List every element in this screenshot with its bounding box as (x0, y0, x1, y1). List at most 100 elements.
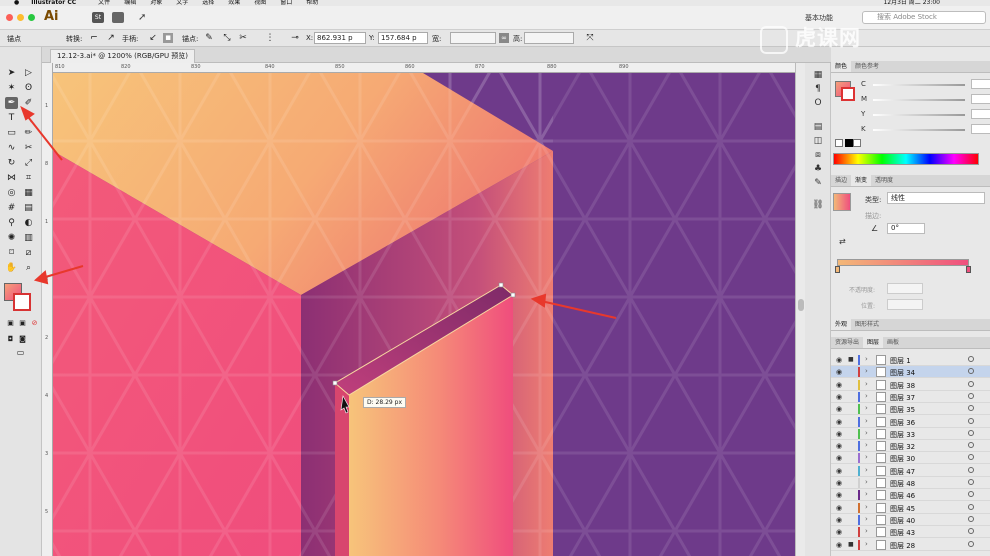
expand-arrow-icon[interactable]: › (865, 515, 868, 523)
color-stroke-swatch[interactable] (841, 87, 855, 101)
layer-row[interactable]: ◉ › 图层 45 (831, 502, 990, 514)
visibility-eye-icon[interactable]: ◉ (836, 442, 842, 450)
layer-target-icon[interactable] (968, 528, 974, 535)
expand-arrow-icon[interactable]: › (865, 540, 868, 548)
layer-row[interactable]: ◉ ■ › 图层 28 (831, 539, 990, 551)
visibility-eye-icon[interactable]: ◉ (836, 393, 842, 401)
expand-arrow-icon[interactable]: › (865, 404, 868, 412)
visibility-eye-icon[interactable]: ◉ (836, 467, 842, 475)
layer-row[interactable]: ◉ › 图层 34 (831, 366, 990, 379)
expand-arrow-icon[interactable]: › (865, 367, 868, 375)
layer-target-icon[interactable] (968, 466, 974, 473)
black-color-chip[interactable] (845, 139, 853, 147)
tab-appearance[interactable]: 外观 (831, 319, 852, 330)
layer-target-icon[interactable] (968, 491, 974, 498)
visibility-eye-icon[interactable]: ◉ (836, 368, 842, 376)
cyan-field[interactable] (971, 79, 990, 89)
cmyk-m-row[interactable]: M% (861, 94, 990, 105)
tab-graphic-styles[interactable]: 图形样式 (851, 319, 883, 330)
lock-icon[interactable]: ■ (848, 541, 854, 548)
layer-target-icon[interactable] (968, 417, 974, 424)
tab-stroke[interactable]: 描边 (831, 175, 851, 186)
visibility-eye-icon[interactable]: ◉ (836, 479, 842, 487)
gradient-angle-field[interactable]: 0° (887, 223, 925, 234)
layer-row[interactable]: ◉ › 图层 43 (831, 526, 990, 539)
cyan-slider[interactable] (873, 84, 965, 86)
layer-target-icon[interactable] (968, 356, 974, 362)
lock-icon[interactable]: ■ (848, 356, 854, 363)
expand-arrow-icon[interactable]: › (865, 527, 868, 535)
cmyk-k-row[interactable]: K% (861, 124, 990, 135)
yellow-slider[interactable] (873, 114, 965, 116)
layer-target-icon[interactable] (968, 454, 974, 461)
cmyk-y-row[interactable]: Y% (861, 109, 990, 120)
layer-row[interactable]: ◉ › 图层 36 (831, 416, 990, 428)
layer-row[interactable]: ◉ › 图层 47 (831, 465, 990, 477)
magenta-slider[interactable] (873, 99, 965, 101)
magenta-field[interactable] (971, 94, 990, 104)
visibility-eye-icon[interactable]: ◉ (836, 418, 842, 426)
expand-arrow-icon[interactable]: › (865, 490, 868, 498)
layer-row[interactable]: ◉ › 图层 48 (831, 477, 990, 489)
layer-row[interactable]: ◉ › 图层 30 (831, 452, 990, 465)
white-color-chip[interactable] (853, 139, 861, 147)
scrollbar-thumb[interactable] (798, 299, 804, 311)
tab-layers[interactable]: 图层 (863, 337, 884, 348)
black-field[interactable] (971, 124, 990, 134)
none-color-icon[interactable] (835, 139, 843, 147)
reverse-gradient-icon[interactable]: ⇄ (839, 237, 846, 246)
layer-target-icon[interactable] (968, 405, 974, 412)
expand-arrow-icon[interactable]: › (865, 380, 868, 388)
gradient-stop-right[interactable] (966, 266, 971, 273)
tab-color[interactable]: 颜色 (831, 61, 852, 72)
layer-target-icon[interactable] (968, 368, 974, 375)
opentype-panel-icon[interactable]: O (812, 97, 824, 109)
gradient-slider[interactable] (837, 259, 969, 266)
gradient-preview-swatch[interactable] (833, 193, 851, 211)
align-panel-icon[interactable]: ▤ (812, 121, 824, 133)
layer-target-icon[interactable] (968, 392, 974, 399)
vertical-scrollbar[interactable] (795, 63, 805, 556)
paragraph-panel-icon[interactable]: ¶ (812, 83, 824, 95)
layer-row[interactable]: ◉ ■ › 图层 1 (831, 354, 990, 366)
cmyk-c-row[interactable]: C% (861, 79, 990, 90)
layer-target-icon[interactable] (968, 442, 974, 449)
symbols-panel-icon[interactable]: ♣ (812, 163, 824, 175)
gradient-type-select[interactable]: 线性 (887, 192, 985, 204)
expand-arrow-icon[interactable]: › (865, 441, 868, 449)
black-slider[interactable] (873, 129, 965, 131)
expand-arrow-icon[interactable]: › (865, 466, 868, 474)
color-spectrum-bar[interactable] (833, 153, 979, 165)
expand-arrow-icon[interactable]: › (865, 417, 868, 425)
expand-arrow-icon[interactable]: › (865, 429, 868, 437)
layer-target-icon[interactable] (968, 540, 974, 547)
visibility-eye-icon[interactable]: ◉ (836, 516, 842, 524)
opacity-field[interactable] (887, 283, 923, 294)
visibility-eye-icon[interactable]: ◉ (836, 381, 842, 389)
visibility-eye-icon[interactable]: ◉ (836, 356, 842, 364)
layer-target-icon[interactable] (968, 429, 974, 436)
layer-row[interactable]: ◉ › 图层 33 (831, 428, 990, 440)
tab-artboards[interactable]: 画板 (883, 337, 903, 348)
links-panel-icon[interactable]: ⛓ (812, 199, 824, 211)
layer-row[interactable]: ◉ › 图层 37 (831, 391, 990, 403)
location-field[interactable] (887, 299, 923, 310)
tab-asset-export[interactable]: 资源导出 (831, 337, 863, 348)
layer-target-icon[interactable] (968, 503, 974, 510)
layer-row[interactable]: ◉ › 图层 38 (831, 379, 990, 391)
visibility-eye-icon[interactable]: ◉ (836, 405, 842, 413)
visibility-eye-icon[interactable]: ◉ (836, 528, 842, 536)
expand-arrow-icon[interactable]: › (865, 503, 868, 511)
properties-panel-icon[interactable]: ▦ (812, 69, 824, 81)
layer-row[interactable]: ◉ › 图层 32 (831, 440, 990, 453)
layer-row[interactable]: ◉ › 图层 35 (831, 403, 990, 416)
yellow-field[interactable] (971, 109, 990, 119)
tab-color-guide[interactable]: 颜色参考 (851, 61, 883, 72)
layer-target-icon[interactable] (968, 479, 974, 485)
expand-arrow-icon[interactable]: › (865, 355, 868, 363)
visibility-eye-icon[interactable]: ◉ (836, 504, 842, 512)
tab-gradient[interactable]: 渐变 (851, 175, 872, 186)
layer-target-icon[interactable] (968, 515, 974, 522)
pathfinder-panel-icon[interactable]: ◫ (812, 135, 824, 147)
layer-row[interactable]: ◉ › 图层 40 (831, 514, 990, 526)
